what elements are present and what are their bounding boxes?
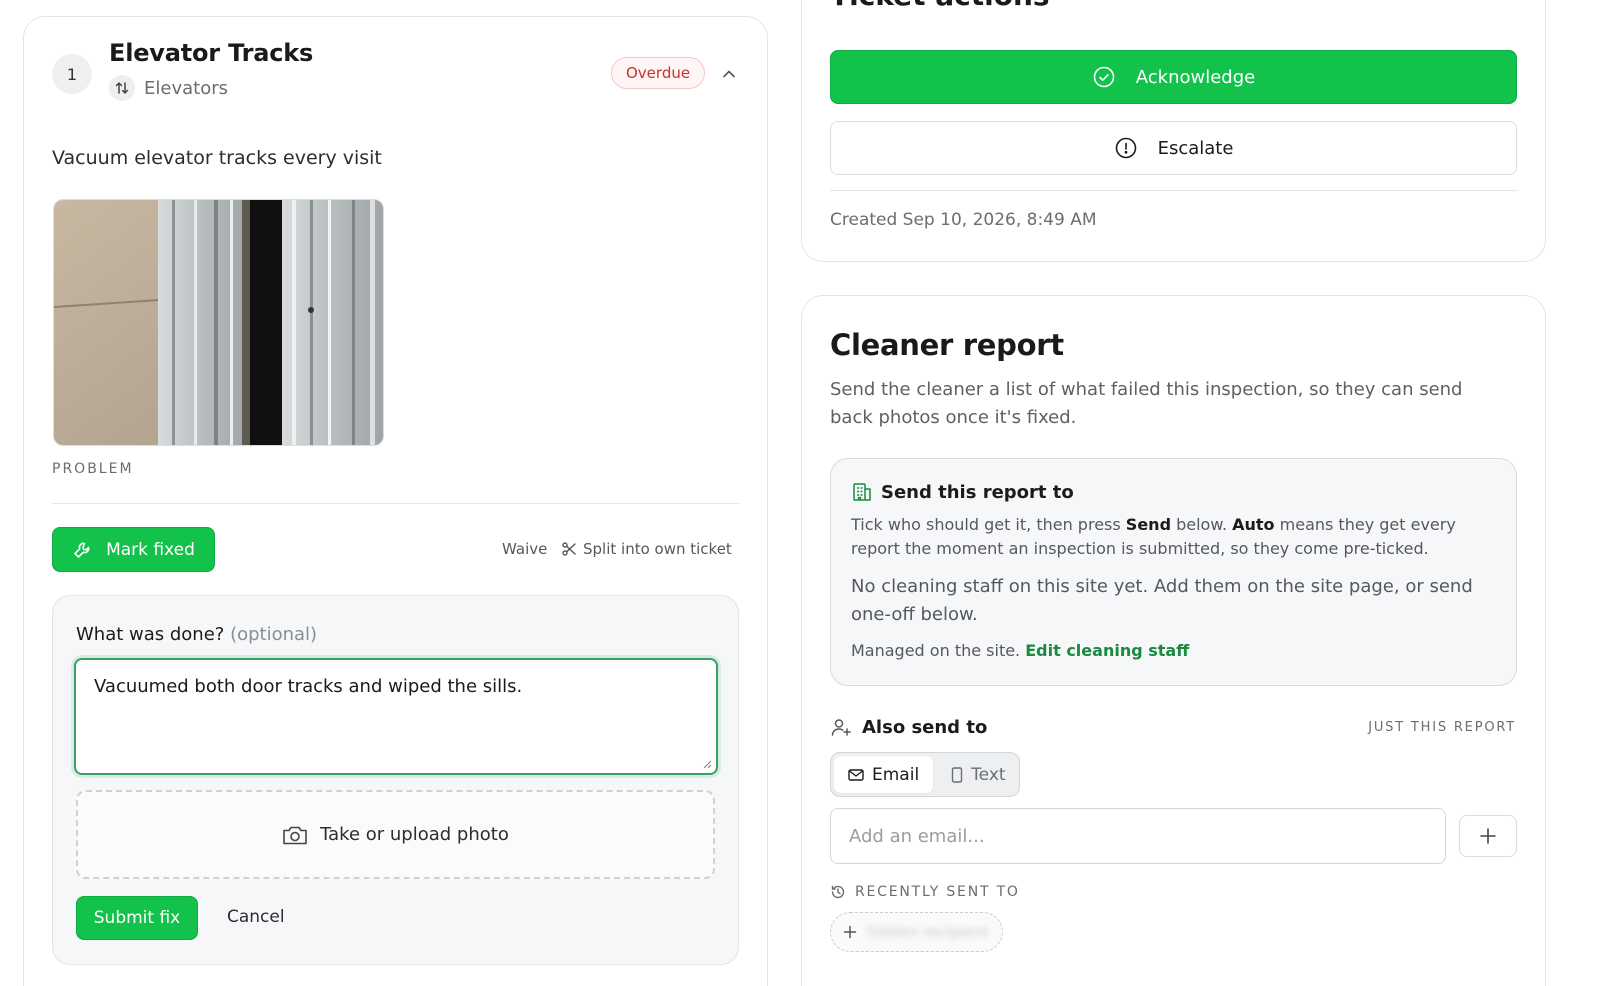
tab-email[interactable]: Email (834, 756, 934, 793)
photo-upload-zone[interactable]: Take or upload photo (76, 790, 715, 879)
mark-fixed-label: Mark fixed (106, 539, 195, 560)
managed-text: Managed on the site. (851, 641, 1021, 660)
cancel-button[interactable]: Cancel (227, 907, 285, 927)
item-description: Vacuum elevator tracks every visit (52, 147, 382, 169)
managed-note: Managed on the site. Edit cleaning staff (851, 641, 1189, 660)
send-to-help: Tick who should get it, then press Send … (851, 513, 1491, 561)
status-badge: Overdue (611, 57, 706, 89)
elevator-arrows-icon (109, 75, 135, 101)
ticket-actions-card: Ticket actions Acknowledge Escalate Crea… (801, 0, 1546, 262)
help-text-1: Tick who should get it, then press (851, 515, 1126, 534)
item-number-badge: 1 (52, 54, 92, 94)
cleaner-report-card: Cleaner report Send the cleaner a list o… (801, 295, 1546, 986)
cleaner-report-description: Send the cleaner a list of what failed t… (830, 379, 1463, 428)
acknowledge-button[interactable]: Acknowledge (830, 50, 1517, 104)
no-staff-message: No cleaning staff on this site yet. Add … (851, 576, 1473, 625)
alert-circle-icon (1115, 137, 1136, 159)
submit-fix-button[interactable]: Submit fix (76, 896, 198, 940)
send-to-heading: Send this report to (851, 481, 1074, 503)
upload-label: Take or upload photo (320, 824, 509, 845)
send-to-heading-text: Send this report to (881, 481, 1074, 503)
escalate-button[interactable]: Escalate (830, 121, 1517, 175)
fix-label-text: What was done? (76, 624, 225, 645)
channel-toggle: Email Text (830, 752, 1020, 797)
check-circle-icon (1093, 66, 1115, 88)
cleaner-report-title: Cleaner report (830, 328, 1064, 362)
problem-photo[interactable] (53, 199, 384, 446)
also-send-heading-text: Also send to (862, 716, 988, 738)
recently-sent-label: RECENTLY SENT TO (855, 884, 1020, 900)
help-text-2: below. (1171, 515, 1233, 534)
resize-grip-icon[interactable] (702, 759, 712, 769)
building-icon (853, 483, 871, 501)
item-title: Elevator Tracks (109, 39, 314, 67)
wrench-icon (74, 542, 90, 558)
split-ticket-link[interactable]: Split into own ticket (561, 540, 732, 558)
scope-label: JUST THIS REPORT (1368, 720, 1516, 735)
optional-hint: (optional) (230, 624, 318, 645)
camera-icon (283, 826, 307, 844)
ticket-actions-title: Ticket actions (830, 0, 1050, 12)
split-ticket-label: Split into own ticket (583, 540, 732, 558)
tab-email-label: Email (872, 764, 920, 785)
fix-notes-value: Vacuumed both door tracks and wiped the … (94, 676, 523, 697)
history-icon (831, 885, 845, 899)
category-label: Elevators (144, 77, 228, 99)
mail-icon (848, 768, 864, 781)
edit-cleaning-staff-link[interactable]: Edit cleaning staff (1025, 641, 1189, 660)
acknowledge-label: Acknowledge (1135, 66, 1256, 88)
item-category: Elevators (109, 75, 228, 101)
phone-icon (951, 766, 963, 783)
mark-fixed-button[interactable]: Mark fixed (52, 527, 215, 572)
recent-recipient-chip[interactable]: hidden recipient (830, 912, 1003, 952)
divider (830, 190, 1517, 191)
tab-text-label: Text (971, 764, 1006, 785)
chevron-up-icon (723, 70, 735, 78)
plus-icon (1480, 828, 1496, 844)
created-timestamp: Created Sep 10, 2026, 8:49 AM (830, 210, 1097, 230)
help-auto-keyword: Auto (1232, 515, 1275, 534)
send-report-to-panel: Send this report to Tick who should get … (830, 458, 1517, 686)
recent-recipient-name: hidden recipient (867, 923, 990, 941)
add-recipient-button[interactable] (1459, 815, 1517, 857)
photo-caption: PROBLEM (52, 461, 134, 477)
fix-form: What was done? (optional) Vacuumed both … (52, 595, 739, 965)
also-send-heading: Also send to (830, 716, 987, 738)
recently-sent-heading: RECENTLY SENT TO (830, 884, 1020, 900)
scissors-icon (562, 542, 576, 556)
fix-question-label: What was done? (optional) (76, 624, 317, 645)
escalate-label: Escalate (1157, 137, 1234, 159)
tab-text[interactable]: Text (937, 756, 1019, 793)
help-send-keyword: Send (1125, 515, 1172, 534)
user-plus-icon (831, 719, 851, 736)
divider (52, 503, 739, 504)
checklist-item-card: 1 Elevator Tracks Elevators Overdue Vacu… (23, 16, 768, 986)
fix-notes-textarea[interactable]: Vacuumed both door tracks and wiped the … (74, 658, 718, 775)
collapse-button[interactable] (717, 62, 741, 86)
email-input[interactable] (830, 808, 1446, 864)
waive-link[interactable]: Waive (502, 540, 547, 558)
plus-icon (843, 925, 857, 939)
